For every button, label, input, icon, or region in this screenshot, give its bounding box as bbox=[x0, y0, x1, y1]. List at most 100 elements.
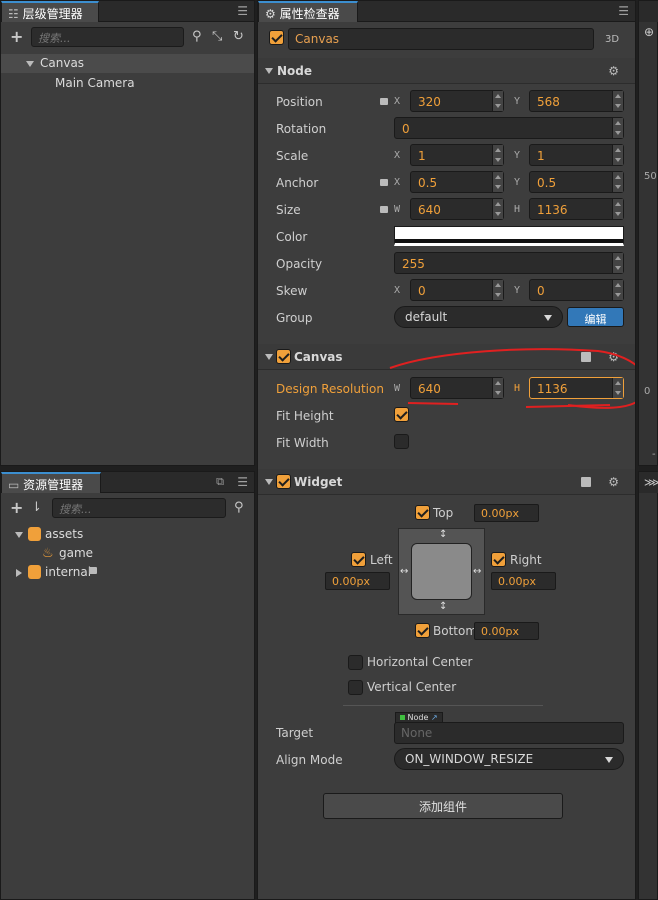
hierarchy-menu-icon[interactable]: ☰ bbox=[237, 4, 248, 18]
anchor-y-input[interactable]: 0.5 bbox=[529, 171, 624, 193]
lock-icon[interactable] bbox=[380, 206, 388, 213]
tab-assets[interactable]: ▭ 资源管理器 bbox=[1, 472, 101, 493]
vertical-center-checkbox[interactable] bbox=[348, 680, 363, 695]
right-value-input[interactable]: 0.00px bbox=[491, 572, 556, 590]
console-tab-icon[interactable]: ⋙ bbox=[644, 476, 658, 489]
canvas-enabled-checkbox[interactable] bbox=[276, 349, 291, 364]
edit-group-button[interactable]: 编辑 bbox=[567, 307, 624, 327]
search-icon[interactable]: ⚲ bbox=[192, 30, 202, 44]
widget-enabled-checkbox[interactable] bbox=[276, 474, 291, 489]
tree-item-main-camera[interactable]: Main Camera bbox=[55, 76, 135, 90]
tab-inspector[interactable]: ⚙ 属性检查器 bbox=[258, 1, 358, 22]
tab-hierarchy[interactable]: ☷ 层级管理器 bbox=[1, 1, 99, 22]
add-node-icon[interactable]: + bbox=[10, 29, 23, 45]
bottom-checkbox[interactable] bbox=[415, 623, 430, 638]
group-select[interactable]: default bbox=[394, 306, 563, 328]
tree-item-game[interactable]: game bbox=[59, 546, 93, 560]
node-section-title: Node bbox=[277, 64, 313, 78]
left-value-input[interactable]: 0.00px bbox=[325, 572, 390, 590]
tree-item-assets[interactable]: assets bbox=[45, 527, 83, 541]
horizontal-center-checkbox[interactable] bbox=[348, 655, 363, 670]
spinner[interactable] bbox=[612, 145, 623, 165]
top-value-input[interactable]: 0.00px bbox=[474, 504, 539, 522]
scale-x-input[interactable]: 1 bbox=[410, 144, 504, 166]
arrow-horizontal-icon: ↔ bbox=[400, 566, 409, 577]
design-resolution-h-input[interactable]: 1136 bbox=[529, 377, 624, 399]
skew-y-value: 0 bbox=[537, 284, 545, 298]
book-icon[interactable] bbox=[581, 477, 591, 487]
spinner[interactable] bbox=[492, 172, 503, 192]
bottom-value-input[interactable]: 0.00px bbox=[474, 622, 539, 640]
x-axis-label: X bbox=[394, 150, 401, 161]
spinner[interactable] bbox=[612, 172, 623, 192]
position-x-input[interactable]: 320 bbox=[410, 90, 504, 112]
spinner[interactable] bbox=[492, 145, 503, 165]
collapse-icon[interactable]: ⤡ bbox=[212, 30, 222, 44]
spinner[interactable] bbox=[492, 199, 503, 219]
expand-arrow-icon[interactable] bbox=[26, 61, 34, 67]
gear-icon[interactable]: ⚙ bbox=[608, 64, 619, 78]
expand-arrow-icon[interactable] bbox=[265, 68, 273, 74]
target-field[interactable]: None bbox=[394, 722, 624, 744]
gear-icon[interactable]: ⚙ bbox=[608, 475, 619, 489]
size-w-input[interactable]: 640 bbox=[410, 198, 504, 220]
scale-y-input[interactable]: 1 bbox=[529, 144, 624, 166]
assets-menu-icon[interactable]: ☰ bbox=[237, 475, 248, 489]
color-swatch[interactable] bbox=[394, 226, 624, 246]
fit-width-checkbox[interactable] bbox=[394, 434, 409, 449]
hierarchy-search-input[interactable]: 搜索... bbox=[31, 27, 184, 47]
size-h-input[interactable]: 1136 bbox=[529, 198, 624, 220]
design-resolution-w-input[interactable]: 640 bbox=[410, 377, 504, 399]
node-section-header[interactable]: Node ⚙ bbox=[258, 58, 635, 84]
gear-tab-icon: ⚙ bbox=[265, 7, 276, 21]
skew-x-input[interactable]: 0 bbox=[410, 279, 504, 301]
spinner[interactable] bbox=[612, 118, 623, 138]
inspector-menu-icon[interactable]: ☰ bbox=[618, 4, 629, 18]
spinner[interactable] bbox=[492, 91, 503, 111]
lock-icon[interactable] bbox=[380, 98, 388, 105]
opacity-input[interactable]: 255 bbox=[394, 252, 624, 274]
node-name-field[interactable]: Canvas bbox=[288, 28, 594, 50]
spinner[interactable] bbox=[612, 91, 623, 111]
mode-3d-toggle[interactable]: 3D bbox=[605, 34, 619, 45]
spinner[interactable] bbox=[612, 280, 623, 300]
add-asset-icon[interactable]: + bbox=[10, 500, 23, 516]
align-mode-select[interactable]: ON_WINDOW_RESIZE bbox=[394, 748, 624, 770]
search-icon[interactable]: ⚲ bbox=[234, 501, 244, 515]
position-y-input[interactable]: 568 bbox=[529, 90, 624, 112]
node-active-checkbox[interactable] bbox=[269, 30, 284, 45]
right-checkbox[interactable] bbox=[491, 552, 506, 567]
x-axis-label: X bbox=[394, 285, 401, 296]
ruler-label: 50 bbox=[644, 171, 657, 182]
book-icon[interactable] bbox=[581, 352, 591, 362]
collapsed-arrow-icon[interactable] bbox=[16, 569, 22, 577]
top-checkbox[interactable] bbox=[415, 505, 430, 520]
left-checkbox[interactable] bbox=[351, 552, 366, 567]
spinner[interactable] bbox=[612, 253, 623, 273]
assets-tab-label: 资源管理器 bbox=[23, 478, 84, 492]
spinner[interactable] bbox=[612, 199, 623, 219]
popout-icon[interactable]: ⧉ bbox=[216, 475, 224, 489]
canvas-section-header[interactable]: Canvas ⚙ bbox=[258, 344, 635, 370]
assets-search-input[interactable]: 搜索... bbox=[52, 498, 226, 518]
add-component-button[interactable]: 添加组件 bbox=[323, 793, 563, 819]
zoom-icon[interactable]: ⊕ bbox=[644, 25, 654, 39]
hierarchy-tab-icon: ☷ bbox=[8, 7, 19, 21]
tree-item-internal[interactable]: internal bbox=[45, 565, 91, 579]
sort-icon[interactable]: ⇂ bbox=[31, 501, 42, 515]
refresh-icon[interactable]: ↻ bbox=[233, 30, 244, 44]
fit-height-checkbox[interactable] bbox=[394, 407, 409, 422]
spinner[interactable] bbox=[612, 378, 623, 398]
skew-y-input[interactable]: 0 bbox=[529, 279, 624, 301]
expand-arrow-icon[interactable] bbox=[265, 354, 273, 360]
expand-arrow-icon[interactable] bbox=[265, 479, 273, 485]
spinner[interactable] bbox=[492, 280, 503, 300]
anchor-x-input[interactable]: 0.5 bbox=[410, 171, 504, 193]
gear-icon[interactable]: ⚙ bbox=[608, 350, 619, 364]
rotation-input[interactable]: 0 bbox=[394, 117, 624, 139]
widget-section-header[interactable]: Widget ⚙ bbox=[258, 469, 635, 495]
spinner[interactable] bbox=[492, 378, 503, 398]
tree-item-canvas[interactable]: Canvas bbox=[40, 56, 84, 70]
expand-arrow-icon[interactable] bbox=[15, 532, 23, 538]
lock-icon[interactable] bbox=[380, 179, 388, 186]
